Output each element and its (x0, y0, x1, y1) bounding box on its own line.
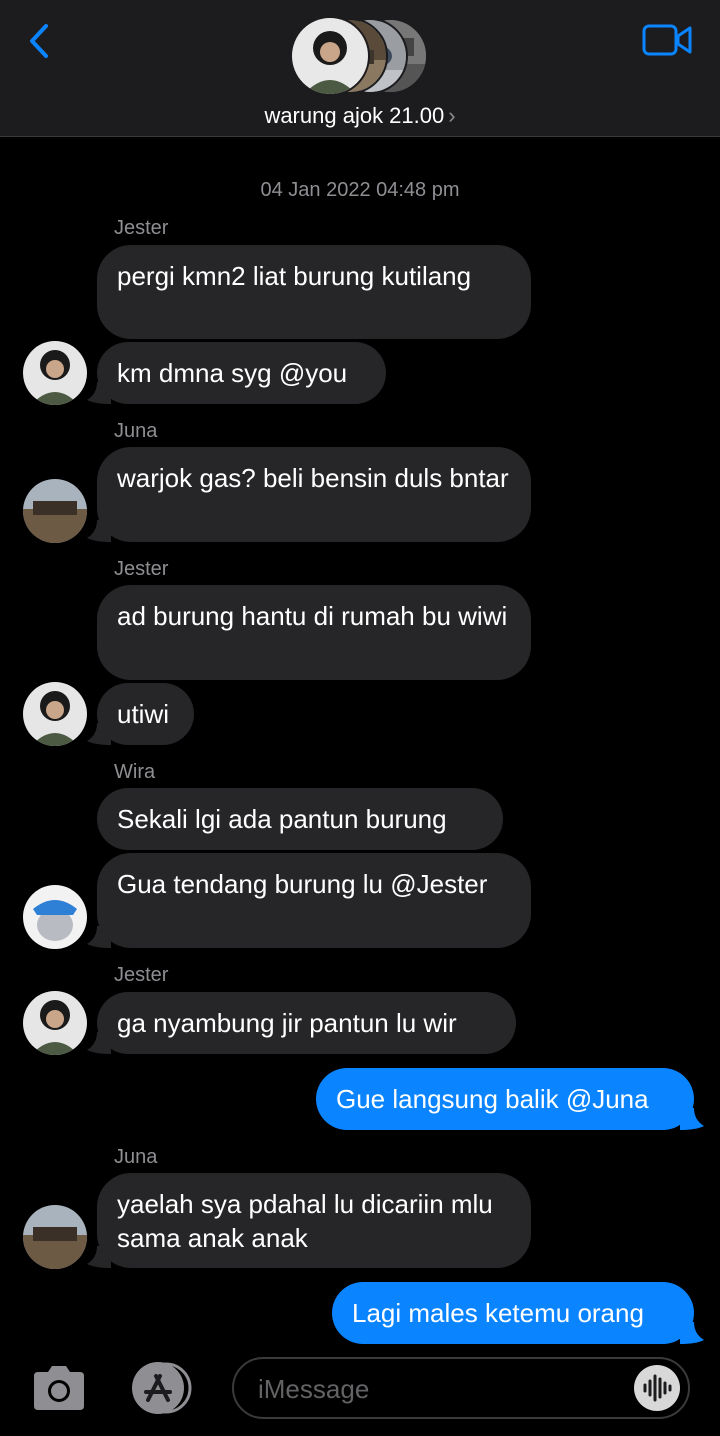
video-camera-icon (642, 24, 692, 56)
message-bubble[interactable]: km dmna syg @you (97, 342, 386, 404)
message-bubble-sent[interactable]: Lagi males ketemu orang (332, 1282, 694, 1344)
avatar-jester[interactable] (23, 341, 87, 405)
message-bubble[interactable]: pergi kmn2 liat burung kutilang (97, 245, 531, 339)
camera-icon (34, 1366, 84, 1410)
group-avatar-stack[interactable] (290, 16, 430, 96)
chat-title[interactable]: warung ajok 21.00 › (0, 103, 720, 129)
avatar-jester[interactable] (23, 682, 87, 746)
bubble-tail (680, 1322, 704, 1344)
message-bubble[interactable]: yaelah sya pdahal lu dicariin mlu sama a… (97, 1173, 531, 1268)
sender-name: Juna (114, 1146, 158, 1168)
bubble-tail (87, 520, 111, 542)
bubble-tail (87, 926, 111, 948)
avatar-juna[interactable] (23, 479, 87, 543)
conversation-timestamp: 04 Jan 2022 04:48 pm (260, 179, 460, 201)
bubble-tail (87, 723, 111, 745)
message-bubble[interactable]: utiwi (97, 683, 194, 745)
app-store-icon (132, 1362, 192, 1414)
message-input-bar: iMessage (0, 1346, 720, 1436)
app-store-button[interactable] (126, 1360, 194, 1416)
video-call-button[interactable] (642, 22, 694, 58)
message-bubble[interactable]: ad burung hantu di rumah bu wiwi (97, 585, 531, 680)
bubble-tail (87, 382, 111, 404)
back-button[interactable] (24, 22, 60, 62)
chat-title-text: warung ajok 21.00 (264, 103, 445, 128)
bubble-tail (87, 1032, 111, 1054)
avatar-jester[interactable] (23, 991, 87, 1055)
message-bubble[interactable]: ga nyambung jir pantun lu wir (97, 992, 516, 1054)
sender-name: Wira (114, 761, 156, 783)
bubble-tail (87, 1246, 111, 1268)
message-bubble-sent[interactable]: Gue langsung balik @Juna (316, 1068, 694, 1130)
message-bubble[interactable]: Gua tendang burung lu @Jester (97, 853, 531, 948)
sender-name: Jester (114, 217, 169, 239)
group-avatar-1 (290, 16, 370, 96)
message-bubble[interactable]: warjok gas? beli bensin duls bntar (97, 447, 531, 542)
chat-header: warung ajok 21.00 › (0, 0, 720, 137)
sender-name: Jester (114, 558, 169, 580)
audio-message-button[interactable] (634, 1365, 680, 1411)
audio-waveform-icon (643, 1374, 672, 1402)
message-bubble[interactable]: Sekali lgi ada pantun burung (97, 788, 503, 850)
camera-button[interactable] (30, 1364, 88, 1412)
avatar-juna[interactable] (23, 1205, 87, 1269)
imessage-input[interactable]: iMessage (232, 1357, 690, 1419)
chevron-left-icon (30, 24, 48, 58)
avatar-wira[interactable] (23, 885, 87, 949)
sender-name: Jester (114, 964, 169, 986)
imessage-placeholder: iMessage (258, 1374, 370, 1404)
sender-name: Juna (114, 420, 158, 442)
chevron-right-icon: › (448, 103, 456, 128)
bubble-tail (680, 1108, 704, 1130)
